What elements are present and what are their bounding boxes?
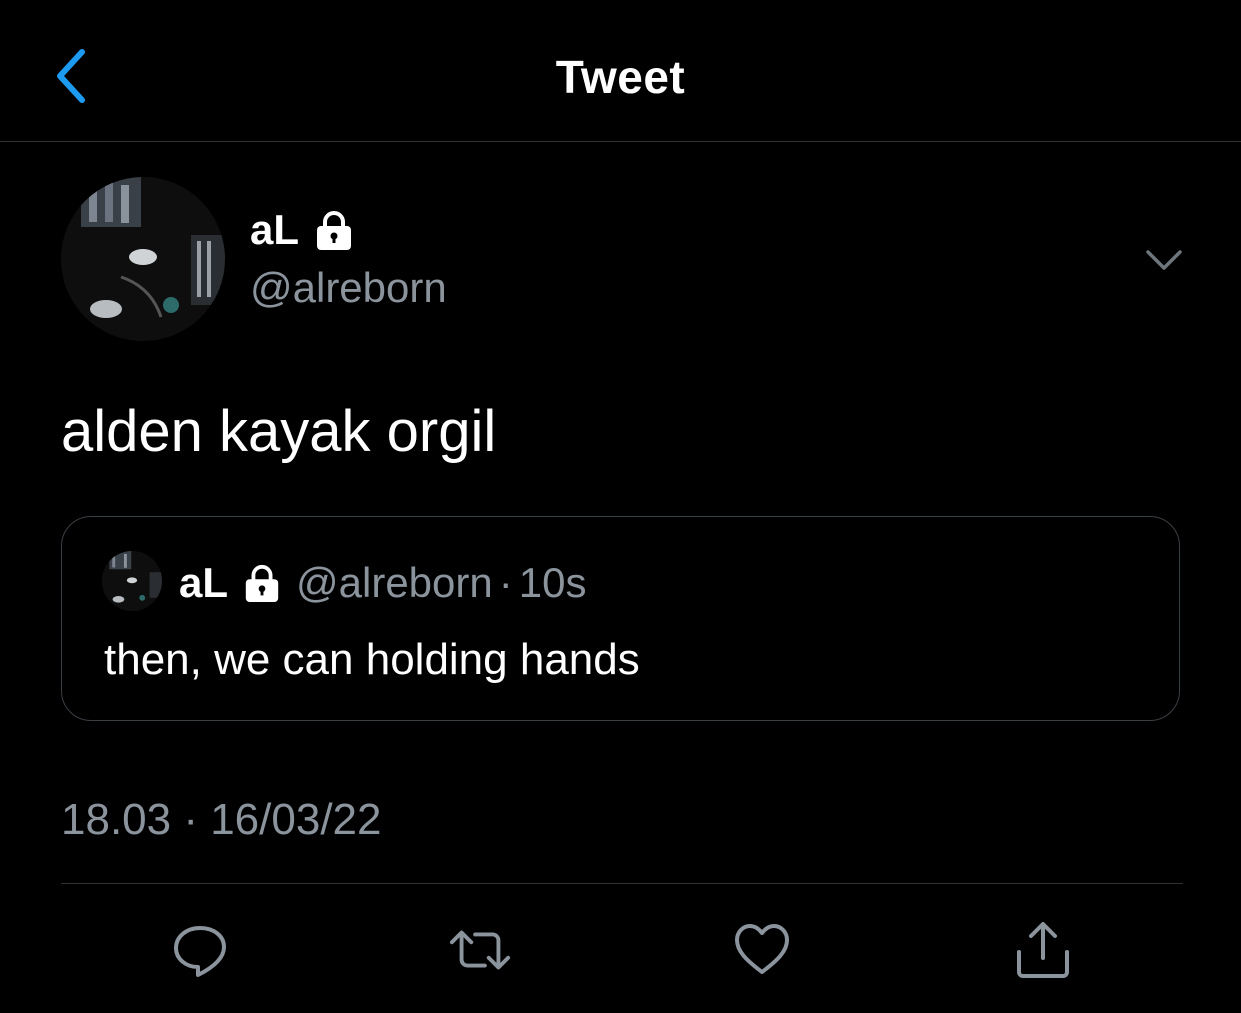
tweet-text: alden kayak orgil bbox=[61, 399, 497, 464]
quoted-display-name: aL bbox=[179, 559, 229, 606]
quoted-handle: @alreborn bbox=[296, 559, 493, 606]
author-name[interactable]: aL bbox=[250, 206, 355, 254]
quoted-tweet-header: aL @alreborn · 10s bbox=[179, 559, 586, 607]
share-icon bbox=[1017, 922, 1069, 978]
quoted-separator: · bbox=[498, 559, 513, 606]
like-button[interactable] bbox=[730, 918, 794, 982]
author-display-name: aL bbox=[250, 206, 300, 253]
quoted-tweet-card[interactable]: aL @alreborn · 10s then, we can holding … bbox=[61, 516, 1180, 721]
retweet-button[interactable] bbox=[448, 918, 512, 982]
quoted-avatar-image bbox=[102, 551, 162, 611]
quoted-avatar bbox=[102, 551, 162, 611]
lock-icon bbox=[317, 211, 352, 250]
page-title: Tweet bbox=[555, 51, 686, 103]
quoted-tweet-text: then, we can holding hands bbox=[104, 635, 640, 684]
top-bar: Tweet bbox=[0, 0, 1241, 142]
divider bbox=[61, 883, 1183, 884]
retweet-icon bbox=[449, 930, 511, 970]
like-icon bbox=[735, 924, 789, 974]
reply-button[interactable] bbox=[168, 918, 232, 982]
lock-icon bbox=[245, 564, 279, 603]
author-handle[interactable]: @alreborn bbox=[250, 264, 447, 312]
tweet-detail-page: Tweet aL @alreborn alden kayak orgil aL … bbox=[0, 0, 1241, 1013]
more-options-button[interactable] bbox=[1140, 240, 1188, 280]
chevron-down-icon bbox=[1146, 250, 1182, 270]
avatar[interactable] bbox=[61, 177, 225, 341]
share-button[interactable] bbox=[1011, 918, 1075, 982]
reply-icon bbox=[174, 926, 226, 977]
tweet-timestamp: 18.03 · 16/03/22 bbox=[61, 795, 382, 844]
avatar-image bbox=[61, 177, 225, 341]
quoted-time: 10s bbox=[518, 559, 587, 606]
